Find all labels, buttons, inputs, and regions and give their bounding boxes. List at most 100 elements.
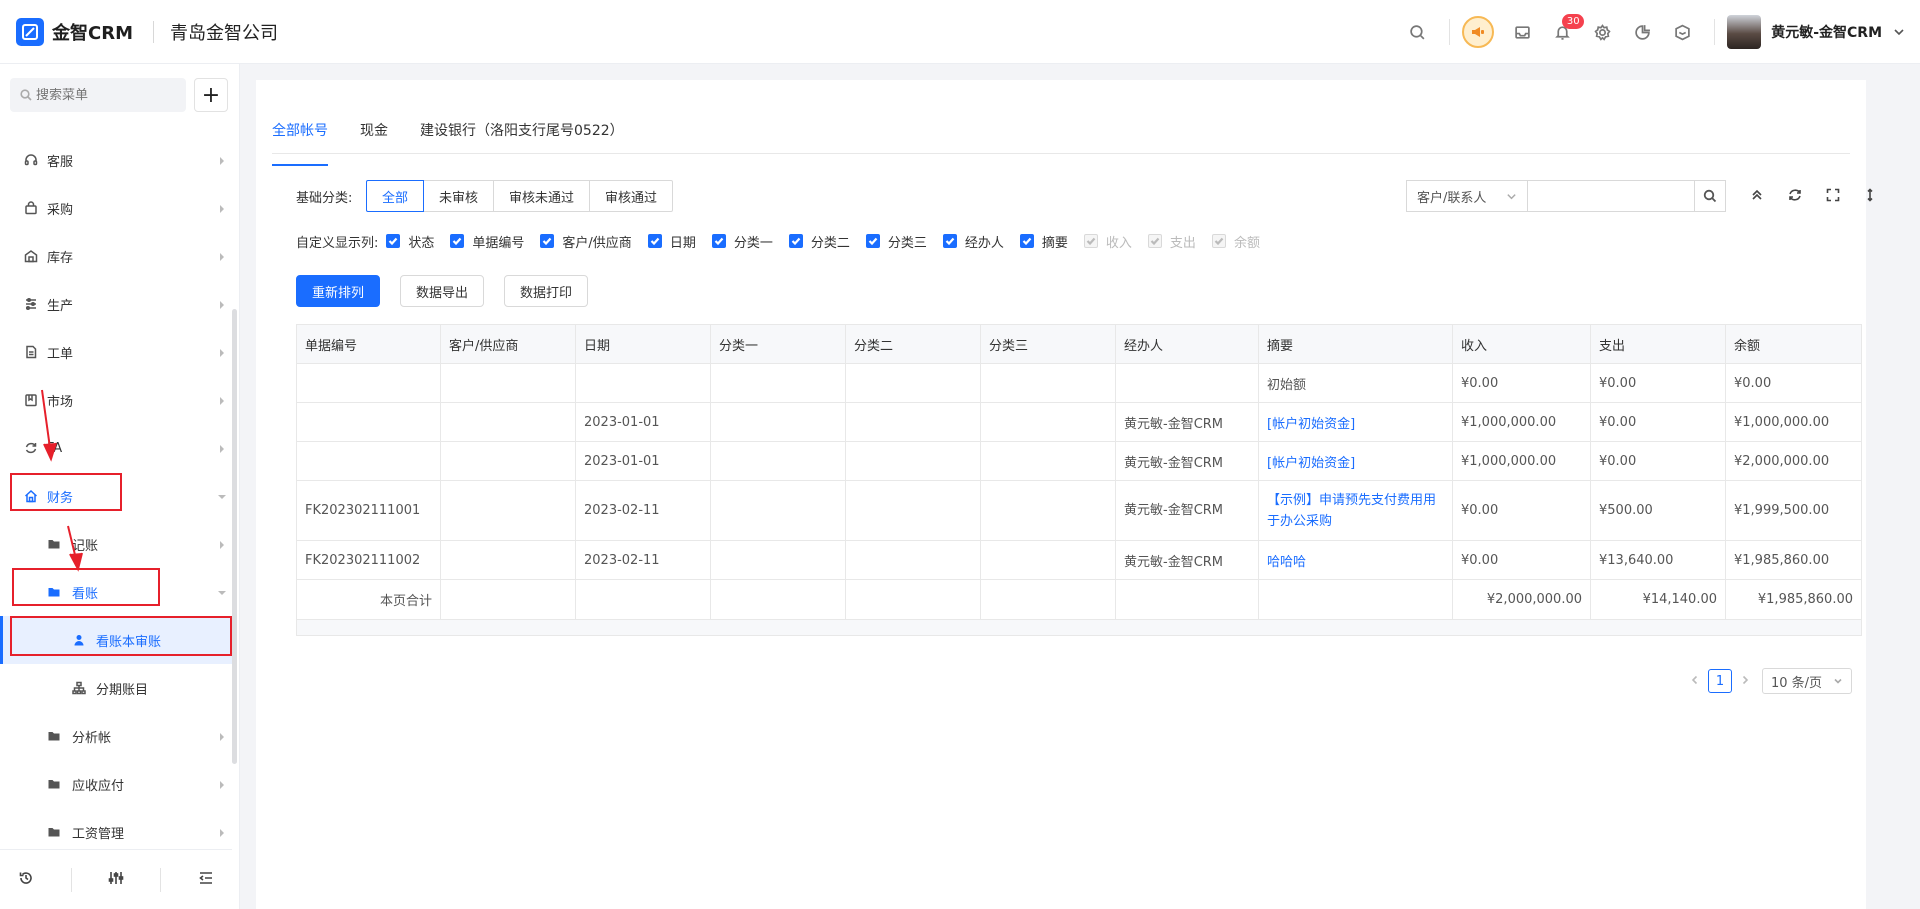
column-header[interactable]: 支出 [1590, 324, 1726, 364]
pie-chart-icon[interactable] [1622, 12, 1662, 52]
sidebar-item-customer-service[interactable]: 客服 [0, 136, 232, 184]
checkbox[interactable] [711, 234, 726, 248]
user-menu[interactable]: 黄元敏-金智CRM [1727, 15, 1914, 49]
checkbox[interactable] [540, 234, 555, 248]
column-header[interactable]: 客户/供应商 [440, 324, 576, 364]
sidebar-item-sfa[interactable]: FA [0, 424, 232, 472]
filter-unreviewed[interactable]: 未审核 [423, 180, 495, 212]
table-row[interactable]: 初始额 ¥0.00 ¥0.00 ¥0.00 [296, 363, 1862, 403]
column-toggle-handler[interactable]: 经办人 [942, 232, 1004, 251]
checkbox[interactable] [647, 234, 662, 248]
sidebar-item-view-ledger[interactable]: 看账 [0, 568, 232, 616]
sidebar-item-label: 工单 [47, 346, 74, 362]
filter-approved[interactable]: 审核通过 [589, 180, 674, 212]
column-toggle-category-1[interactable]: 分类一 [711, 232, 773, 251]
filter-rejected[interactable]: 审核未通过 [493, 180, 591, 212]
column-header[interactable]: 分类三 [980, 324, 1116, 364]
sidebar-item-work-order[interactable]: 工单 [0, 328, 232, 376]
column-header[interactable]: 余额 [1725, 324, 1862, 364]
sidebar-item-market[interactable]: 市场 [0, 376, 232, 424]
collapse-menu-icon[interactable] [198, 870, 214, 890]
summary-link[interactable]: 哈哈哈 [1258, 540, 1453, 580]
history-icon[interactable] [18, 870, 34, 890]
table-cell [980, 480, 1116, 541]
search-icon[interactable] [1397, 12, 1437, 52]
collapse-up-icon[interactable] [1750, 188, 1766, 204]
filter-all[interactable]: 全部 [366, 180, 425, 212]
menu-search-input[interactable] [36, 87, 176, 103]
column-toggle-doc-no[interactable]: 单据编号 [450, 232, 524, 251]
search-button[interactable] [1694, 180, 1726, 212]
row-height-icon[interactable] [1863, 188, 1879, 204]
column-toggle-status[interactable]: 状态 [386, 232, 434, 251]
page-size-select[interactable]: 10 条/页 [1762, 668, 1852, 694]
chevron-right-icon [217, 827, 227, 837]
table-row[interactable]: 2023-01-01 黄元敏-金智CRM [帐户初始资金] ¥1,000,000… [296, 441, 1862, 481]
checkbox[interactable] [865, 234, 880, 248]
table-cell: ¥1,999,500.00 [1725, 480, 1862, 541]
checkbox[interactable] [386, 234, 401, 248]
inbox-icon[interactable] [1502, 12, 1542, 52]
chevron-right-icon [217, 251, 227, 261]
summary-link[interactable]: [帐户初始资金] [1258, 402, 1453, 442]
search-input[interactable] [1527, 180, 1695, 212]
export-button[interactable]: 数据导出 [400, 275, 485, 307]
reorder-button[interactable]: 重新排列 [296, 275, 381, 307]
column-header[interactable]: 摘要 [1258, 324, 1453, 364]
company-name[interactable]: 青岛金智公司 [170, 19, 278, 45]
gear-icon[interactable] [1582, 12, 1622, 52]
print-button[interactable]: 数据打印 [504, 275, 589, 307]
sidebar-item-inventory[interactable]: 库存 [0, 232, 232, 280]
tab-ccb-account[interactable]: 建设银行（洛阳支行尾号0522） [420, 120, 624, 154]
table-row[interactable]: FK202302111001 2023-02-11 黄元敏-金智CRM 【示例】… [296, 480, 1862, 541]
checkbox[interactable] [942, 234, 957, 248]
column-header[interactable]: 单据编号 [296, 324, 441, 364]
checkbox[interactable] [788, 234, 803, 248]
chevron-right-icon [217, 443, 227, 453]
sidebar-item-purchase[interactable]: 采购 [0, 184, 232, 232]
chevron-right-icon[interactable] [1740, 674, 1750, 689]
column-toggle-summary[interactable]: 摘要 [1019, 232, 1068, 251]
sidebar-item-installments[interactable]: 分期账目 [0, 664, 232, 712]
page-number[interactable]: 1 [1708, 669, 1732, 693]
tab-cash[interactable]: 现金 [360, 120, 388, 154]
column-toggle-date[interactable]: 日期 [647, 232, 696, 251]
add-button[interactable]: + [194, 78, 228, 112]
checkbox[interactable] [450, 234, 465, 248]
column-header[interactable]: 分类一 [710, 324, 846, 364]
summary-link[interactable]: [帐户初始资金] [1258, 441, 1453, 481]
column-toggle-customer[interactable]: 客户/供应商 [540, 232, 632, 251]
sidebar-item-finance[interactable]: 财务 [0, 472, 232, 520]
column-toggle-category-3[interactable]: 分类三 [865, 232, 927, 251]
table-row[interactable]: FK202302111002 2023-02-11 黄元敏-金智CRM 哈哈哈 … [296, 540, 1862, 580]
sidebar-item-production[interactable]: 生产 [0, 280, 232, 328]
table-row[interactable]: 2023-01-01 黄元敏-金智CRM [帐户初始资金] ¥1,000,000… [296, 402, 1862, 442]
column-header[interactable]: 经办人 [1115, 324, 1259, 364]
checkbox[interactable] [1019, 234, 1034, 248]
column-header[interactable]: 日期 [575, 324, 711, 364]
sidebar-item-bookkeeping[interactable]: 记账 [0, 520, 232, 568]
table-cell: ¥2,000,000.00 [1725, 441, 1862, 481]
logo[interactable]: 金智CRM [16, 17, 133, 46]
sidebar-scrollbar[interactable] [232, 309, 237, 764]
table-header-row: 单据编号 客户/供应商 日期 分类一 分类二 分类三 经办人 摘要 收入 支出 … [296, 324, 1862, 364]
bell-icon[interactable]: 30 [1542, 12, 1585, 52]
sidebar-item-analysis[interactable]: 分析帐 [0, 712, 232, 760]
column-header[interactable]: 分类二 [845, 324, 981, 364]
sidebar-item-receivables[interactable]: 应收应付 [0, 760, 232, 808]
chevron-left-icon[interactable] [1690, 674, 1700, 689]
summary-link[interactable]: 【示例】申请预先支付费用用于办公采购 [1258, 480, 1453, 541]
total-balance: ¥1,985,860.00 [1725, 579, 1862, 620]
column-toggle-category-2[interactable]: 分类二 [788, 232, 850, 251]
refresh-icon[interactable] [1788, 188, 1804, 204]
table-cell: 黄元敏-金智CRM [1115, 441, 1259, 481]
search-type-select[interactable]: 客户/联系人 [1406, 180, 1528, 212]
tab-all-accounts[interactable]: 全部帐号 [272, 120, 328, 166]
filter-settings-icon[interactable] [108, 870, 124, 890]
cube-icon[interactable] [1662, 12, 1702, 52]
sidebar-item-ledger-audit[interactable]: 看账本审账 [0, 616, 232, 664]
column-header[interactable]: 收入 [1452, 324, 1591, 364]
announcement-icon[interactable] [1462, 16, 1495, 48]
fullscreen-icon[interactable] [1826, 188, 1842, 204]
menu-search[interactable] [10, 78, 186, 112]
